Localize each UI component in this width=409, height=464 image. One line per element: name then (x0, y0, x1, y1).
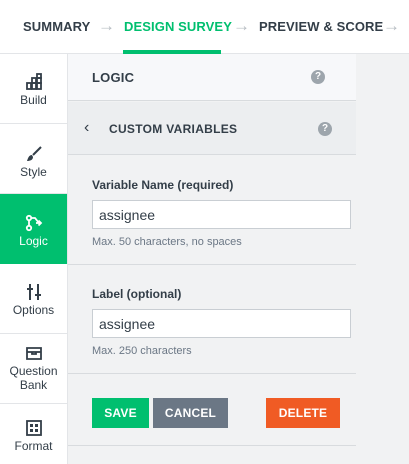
sliders-icon (26, 284, 41, 300)
left-sidebar: Build Style Logic Options Question Bank … (0, 54, 68, 464)
format-icon (25, 420, 42, 436)
sidebar-item-logic[interactable]: Logic (0, 194, 67, 264)
sidebar-item-build[interactable]: Build (0, 54, 67, 124)
content-area (356, 54, 409, 464)
sidebar-item-options[interactable]: Options (0, 264, 67, 334)
label-field-label: Label (optional) (92, 287, 182, 301)
logic-icon (25, 214, 42, 232)
label-input[interactable] (92, 309, 351, 338)
save-button[interactable]: SAVE (92, 398, 149, 428)
sidebar-item-style[interactable]: Style (0, 124, 67, 194)
step-design-survey[interactable]: DESIGN SURVEY (124, 19, 232, 34)
logic-panel: LOGIC ? ‹ CUSTOM VARIABLES ? Variable Na… (68, 54, 356, 464)
sidebar-item-label: Style (20, 165, 47, 179)
sidebar-item-label: Options (12, 303, 55, 317)
section-title: CUSTOM VARIABLES (109, 122, 238, 136)
panel-header: LOGIC ? (68, 54, 356, 101)
sidebar-item-question-bank[interactable]: Question Bank (0, 334, 67, 404)
custom-variables-header: ‹ CUSTOM VARIABLES ? (68, 102, 356, 155)
arrow-right-icon: → (233, 16, 250, 35)
panel-title: LOGIC (92, 70, 135, 85)
variable-name-hint: Max. 50 characters, no spaces (92, 236, 242, 248)
step-summary[interactable]: SUMMARY (23, 19, 90, 34)
divider (68, 373, 356, 374)
divider (68, 445, 356, 446)
cancel-button[interactable]: CANCEL (153, 398, 228, 428)
label-hint: Max. 250 characters (92, 345, 192, 357)
help-icon[interactable]: ? (311, 70, 325, 84)
build-icon (25, 73, 42, 90)
sidebar-item-label: Format (14, 439, 53, 453)
back-chevron-icon[interactable]: ‹ (84, 119, 89, 137)
sidebar-item-format[interactable]: Format (0, 404, 67, 464)
arrow-right-icon: → (98, 16, 115, 35)
question-bank-icon (25, 347, 42, 360)
variable-name-input[interactable] (92, 200, 351, 229)
sidebar-item-label: Question Bank (9, 364, 58, 392)
step-nav: SUMMARY → DESIGN SURVEY → PREVIEW & SCOR… (0, 0, 409, 54)
sidebar-item-label: Build (20, 93, 47, 107)
step-preview-score[interactable]: PREVIEW & SCORE (259, 19, 383, 34)
help-icon[interactable]: ? (318, 122, 332, 136)
sidebar-item-label: Logic (19, 234, 48, 248)
arrow-right-icon: → (383, 16, 400, 35)
divider (68, 264, 356, 265)
variable-name-label: Variable Name (required) (92, 178, 234, 192)
delete-button[interactable]: DELETE (266, 398, 340, 428)
brush-icon (26, 146, 42, 161)
